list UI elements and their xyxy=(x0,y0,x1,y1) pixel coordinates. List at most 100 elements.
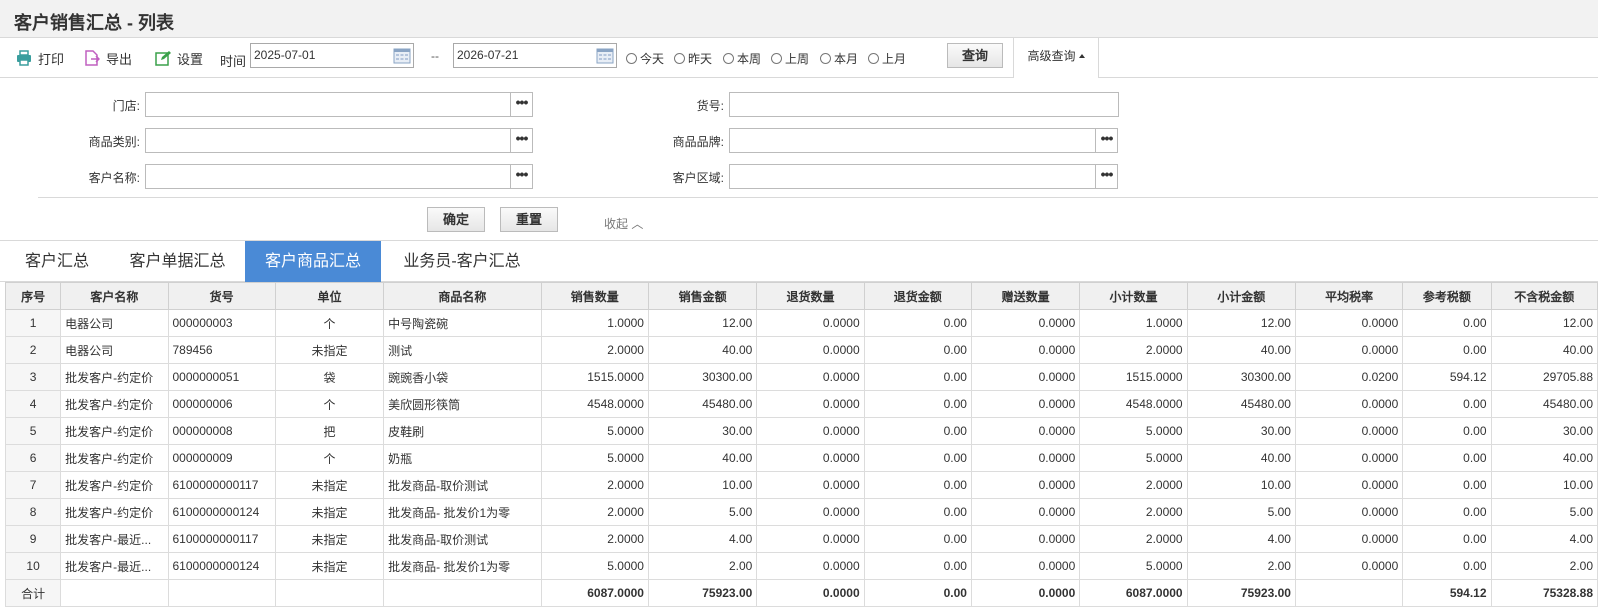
column-header[interactable]: 序号 xyxy=(4,282,62,310)
table-row[interactable]: 1 电器公司 000000003 个中号陶瓷碗 1.0000 12.00 0.0000 0.0… xyxy=(4,309,1598,337)
radio-last-month[interactable]: 上月 xyxy=(868,50,906,67)
table-cell: 0.0000 xyxy=(756,498,865,526)
customer-more-button[interactable]: ••• xyxy=(510,164,533,189)
table-cell: 0.0000 xyxy=(970,390,1081,418)
table-cell: 0.0000 xyxy=(970,498,1081,526)
column-header[interactable]: 小计金额 xyxy=(1186,282,1296,310)
table-cell: 0.00 xyxy=(1402,417,1492,445)
customer-name-input[interactable] xyxy=(145,164,511,189)
region-more-button[interactable]: ••• xyxy=(1095,164,1118,189)
table-cell: 0.00 xyxy=(863,498,972,526)
table-row[interactable]: 3 批发客户-约定价 0000000051 袋豌豌香小袋 1515.0000 30300.… xyxy=(4,363,1598,391)
tab-customer-document-summary[interactable]: 客户单据汇总 xyxy=(115,241,240,282)
table-cell: 0000000051 xyxy=(167,363,276,391)
query-button[interactable]: 查询 xyxy=(947,43,1003,68)
brand-input[interactable] xyxy=(729,128,1096,153)
table-cell: 批发商品-取价测试 xyxy=(383,471,542,499)
column-header[interactable]: 退货金额 xyxy=(863,282,972,310)
tab-customer-summary[interactable]: 客户汇总 xyxy=(14,241,100,282)
radio-last-week[interactable]: 上周 xyxy=(771,50,809,67)
table-cell: 0.00 xyxy=(1402,525,1492,553)
confirm-button[interactable]: 确定 xyxy=(427,207,485,232)
column-header[interactable]: 参考税额 xyxy=(1402,282,1492,310)
table-cell: 2.00 xyxy=(1490,552,1598,580)
table-row[interactable]: 5 批发客户-约定价 000000008 把皮鞋刷 5.0000 30.00 0.0000 0… xyxy=(4,417,1598,445)
tab-customer-product-summary[interactable]: 客户商品汇总 xyxy=(245,241,381,282)
column-header[interactable]: 赠送数量 xyxy=(970,282,1081,310)
table-row[interactable]: 4 批发客户-约定价 000000006 个美欣圆形筷筒 4548.0000 45480.… xyxy=(4,390,1598,418)
table-row[interactable]: 6 批发客户-约定价 000000009 个奶瓶 5.0000 40.00 0.0000 0.… xyxy=(4,444,1598,472)
table-row[interactable]: 7 批发客户-约定价 6100000000117 未指定 批发商品-取价测试 2.0000… xyxy=(4,471,1598,499)
export-button[interactable]: 导出 xyxy=(84,48,132,68)
print-button[interactable]: 打印 xyxy=(16,48,64,68)
date-to-input[interactable]: 2026-07-21 xyxy=(453,43,617,68)
column-header[interactable]: 销售数量 xyxy=(540,282,649,310)
table-cell: 皮鞋刷 xyxy=(383,417,542,445)
table-cell: 0.0000 xyxy=(1294,552,1404,580)
column-header[interactable]: 货号 xyxy=(167,282,276,310)
column-header[interactable]: 销售金额 xyxy=(647,282,758,310)
table-cell: 个 xyxy=(274,390,385,418)
column-header[interactable]: 单位 xyxy=(274,282,385,310)
table-cell: 6100000000124 xyxy=(167,552,276,580)
table-cell: 30300.00 xyxy=(1186,363,1296,391)
brand-more-button[interactable]: ••• xyxy=(1095,128,1118,153)
table-cell: 30.00 xyxy=(1490,417,1598,445)
column-header[interactable]: 退货数量 xyxy=(756,282,865,310)
item-no-input[interactable] xyxy=(729,92,1119,117)
column-header[interactable]: 客户名称 xyxy=(60,282,169,310)
table-cell: 5.00 xyxy=(647,498,758,526)
table-cell: 45480.00 xyxy=(1490,390,1598,418)
radio-yesterday[interactable]: 昨天 xyxy=(674,50,712,67)
table-cell: 0.0000 xyxy=(756,444,865,472)
radio-today[interactable]: 今天 xyxy=(626,50,664,67)
calendar-icon[interactable] xyxy=(596,47,614,64)
column-header[interactable]: 平均税率 xyxy=(1294,282,1404,310)
tab-salesperson-customer-summary[interactable]: 业务员-客户汇总 xyxy=(392,241,532,282)
table-cell: 0.00 xyxy=(863,417,972,445)
table-cell: 5 xyxy=(4,417,62,445)
table-row[interactable]: 9 批发客户-最近... 6100000000117 未指定 批发商品-取价测试 2.00… xyxy=(4,525,1598,553)
table-cell: 0.00 xyxy=(1402,309,1492,337)
export-label: 导出 xyxy=(106,51,133,67)
total-cell xyxy=(167,579,276,607)
table-cell: 0.0000 xyxy=(756,471,865,499)
reset-button[interactable]: 重置 xyxy=(500,207,558,232)
total-cell: 75923.00 xyxy=(647,579,758,607)
table-cell: 0.0000 xyxy=(970,309,1081,337)
filter-divider xyxy=(38,197,1598,198)
table-cell: 2.0000 xyxy=(1079,525,1188,553)
date-from-input[interactable]: 2025-07-01 xyxy=(250,43,414,68)
table-cell: 6100000000124 xyxy=(167,498,276,526)
table-cell: 000000009 xyxy=(167,444,276,472)
table-cell: 5.00 xyxy=(1490,498,1598,526)
collapse-link[interactable]: 收起 ︿ xyxy=(604,215,643,232)
category-input[interactable] xyxy=(145,128,511,153)
radio-circle xyxy=(771,53,782,64)
table-cell: 奶瓶 xyxy=(383,444,542,472)
customer-region-input[interactable] xyxy=(729,164,1096,189)
radio-this-month[interactable]: 本月 xyxy=(820,50,858,67)
settings-button[interactable]: 设置 xyxy=(155,48,203,68)
table-cell: 4.00 xyxy=(1186,525,1296,553)
column-header[interactable]: 不含税金额 xyxy=(1490,282,1598,310)
column-header[interactable]: 商品名称 xyxy=(383,282,542,310)
table-cell: 0.00 xyxy=(1402,336,1492,364)
total-cell xyxy=(274,579,385,607)
table-cell: 0.0000 xyxy=(970,552,1081,580)
table-row[interactable]: 8 批发客户-约定价 6100000000124 未指定 批发商品- 批发价1为零 2.0… xyxy=(4,498,1598,526)
advanced-query-button[interactable]: 高级查询 xyxy=(1013,38,1099,78)
table-cell: 2.00 xyxy=(1186,552,1296,580)
table-row[interactable]: 2 电器公司 789456 未指定 测试 2.0000 40.00 0.0000 0.00 0.0… xyxy=(4,336,1598,364)
table-row[interactable]: 10 批发客户-最近... 6100000000124 未指定 批发商品- 批发价1为零… xyxy=(4,552,1598,580)
radio-this-week[interactable]: 本周 xyxy=(723,50,761,67)
table-cell: 0.0000 xyxy=(1294,417,1404,445)
calendar-icon[interactable] xyxy=(393,47,411,64)
column-header[interactable]: 小计数量 xyxy=(1079,282,1188,310)
category-more-button[interactable]: ••• xyxy=(510,128,533,153)
table-cell: 0.00 xyxy=(863,309,972,337)
store-more-button[interactable]: ••• xyxy=(510,92,533,117)
table-cell: 未指定 xyxy=(274,471,385,499)
table-cell: 2.0000 xyxy=(540,498,649,526)
store-input[interactable] xyxy=(145,92,511,117)
